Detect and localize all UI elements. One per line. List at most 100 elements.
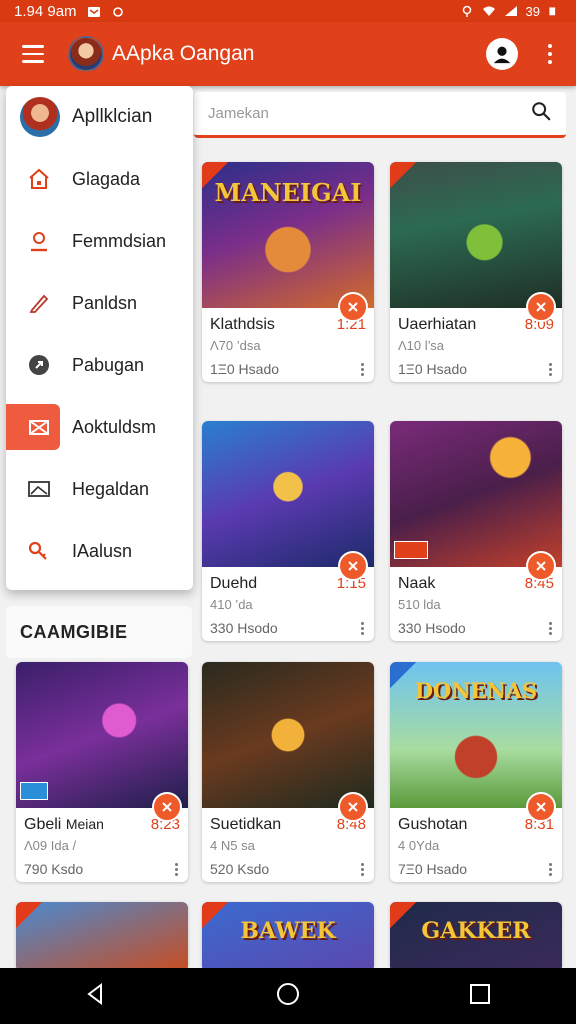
card-more-icon[interactable]	[549, 362, 554, 376]
game-thumbnail[interactable]: BAWEK	[202, 902, 374, 972]
thumbnail-tag	[394, 541, 428, 559]
search-icon[interactable]	[530, 100, 552, 127]
more-options-icon[interactable]	[538, 44, 562, 64]
play-badge-icon[interactable]	[152, 792, 182, 822]
key-icon	[26, 538, 52, 564]
recents-icon[interactable]	[467, 981, 493, 1012]
game-thumbnail[interactable]: DONENAS	[390, 662, 562, 822]
card-more-icon[interactable]	[361, 362, 366, 376]
person-icon	[26, 228, 52, 254]
game-thumbnail[interactable]	[202, 662, 374, 822]
game-card[interactable]: GAKKER	[390, 902, 562, 972]
drawer-item-chat[interactable]: Pabugan	[6, 334, 193, 396]
play-badge-icon[interactable]	[338, 292, 368, 322]
game-name: Suetidkan	[210, 816, 282, 833]
game-name-secondary: Meian	[65, 816, 104, 832]
section-title: CAAMGIBIE	[20, 621, 128, 642]
signal-icon	[504, 5, 518, 17]
game-art-title: BAWEK	[240, 918, 336, 944]
game-card[interactable]: Uaerhiatan 8:09 Λ10 l’sa 1Ξ0 Hsado	[390, 162, 562, 382]
game-art-title: MANEIGAI	[214, 178, 362, 207]
search-bar[interactable]: Jamekan	[194, 92, 566, 138]
card-more-icon[interactable]	[361, 862, 366, 876]
game-card[interactable]: DONENAS Gushotan 8:31 4 0Yda 7Ξ0 Hsado	[390, 662, 562, 882]
drawer-item-label: Aoktuldsm	[72, 416, 157, 437]
drawer-item-label: Glagada	[72, 168, 141, 189]
game-card[interactable]: Duehd 1:15 410 ’da 330 Hsodo	[202, 421, 374, 641]
game-thumbnail[interactable]	[390, 421, 562, 581]
game-subtitle: 4 N5 sa	[210, 838, 255, 853]
game-card[interactable]: BAWEK	[202, 902, 374, 972]
game-thumbnail[interactable]	[16, 662, 188, 822]
game-thumbnail[interactable]: GAKKER	[390, 902, 562, 972]
account-icon	[493, 46, 511, 64]
game-name: Gushotan	[398, 816, 468, 833]
drawer-item-label: Pabugan	[72, 354, 145, 375]
section-header: CAAMGIBIE	[6, 606, 192, 658]
game-name: Uaerhiatan	[398, 316, 477, 333]
ribbon-tag	[390, 162, 416, 188]
drawer-item-gallery[interactable]: Hegaldan	[6, 458, 193, 520]
game-subtitle: 510 lda	[398, 597, 441, 612]
search-input[interactable]: Jamekan	[208, 105, 530, 122]
drawer-avatar	[20, 97, 60, 137]
drawer-item-home[interactable]: Glagada	[6, 148, 193, 210]
game-count: 1Ξ0 Hsado	[210, 361, 280, 377]
game-card[interactable]: MANEIGAI Klathdsis 1:21 Λ70 ’dsa 1Ξ0 Hsad…	[202, 162, 374, 382]
game-name: Naak	[398, 575, 436, 592]
system-nav-bar	[0, 968, 576, 1024]
game-card[interactable]	[16, 902, 188, 972]
game-subtitle: 410 ’da	[210, 597, 253, 612]
game-thumbnail[interactable]	[202, 421, 374, 581]
home-circle-icon[interactable]	[275, 981, 301, 1012]
sync-icon	[111, 5, 125, 17]
status-bar: 1.94 9am 39	[0, 0, 576, 22]
ribbon-tag	[16, 902, 42, 928]
game-name: Gbeli Meian	[24, 816, 104, 833]
game-thumbnail[interactable]: MANEIGAI	[202, 162, 374, 322]
account-button[interactable]	[486, 38, 518, 70]
drawer-header: Apllklcian	[6, 86, 193, 148]
drawer-item-profile[interactable]: Femmdsian	[6, 210, 193, 272]
game-card[interactable]: Gbeli Meian 8:23 Λ09 Ida / 790 Ksdo	[16, 662, 188, 882]
drawer-item-messages[interactable]: Aoktuldsm	[6, 396, 193, 458]
game-count: 1Ξ0 Hsado	[398, 361, 468, 377]
game-art-title: DONENAS	[414, 678, 538, 703]
pen-icon	[26, 290, 52, 316]
drawer-item-label: Hegaldan	[72, 478, 150, 499]
image-icon	[26, 476, 52, 502]
play-badge-icon[interactable]	[338, 792, 368, 822]
card-more-icon[interactable]	[549, 621, 554, 635]
drawer-item-label: Femmdsian	[72, 230, 167, 251]
game-count: 790 Ksdo	[24, 861, 84, 877]
play-badge-icon[interactable]	[526, 551, 556, 581]
drawer-item-edit[interactable]: Panldsn	[6, 272, 193, 334]
app-avatar	[68, 36, 104, 72]
menu-icon[interactable]	[14, 34, 54, 74]
play-badge-icon[interactable]	[526, 792, 556, 822]
status-time: 1.94 9am	[14, 2, 77, 20]
drawer-item-key[interactable]: IAalusn	[6, 520, 193, 582]
play-badge-icon[interactable]	[526, 292, 556, 322]
card-more-icon[interactable]	[361, 621, 366, 635]
game-card[interactable]: Naak 8:45 510 lda 330 Hsodo	[390, 421, 562, 641]
game-card[interactable]: Suetidkan 8:48 4 N5 sa 520 Ksdo	[202, 662, 374, 882]
game-thumbnail[interactable]	[16, 902, 188, 972]
game-art-title: GAKKER	[421, 918, 531, 944]
game-count: 7Ξ0 Hsado	[398, 861, 468, 877]
game-subtitle: 4 0Yda	[398, 838, 440, 853]
app-title: AApka Oangan	[112, 42, 255, 65]
game-thumbnail[interactable]	[390, 162, 562, 322]
battery-icon	[548, 5, 562, 17]
play-badge-icon[interactable]	[338, 551, 368, 581]
thumbnail-tag	[20, 782, 48, 800]
battery-level: 39	[525, 3, 540, 19]
app-bar: AApka Oangan	[0, 22, 576, 86]
game-subtitle: Λ70 ’dsa	[210, 338, 261, 353]
card-more-icon[interactable]	[549, 862, 554, 876]
mail-icon	[26, 414, 52, 440]
back-icon[interactable]	[83, 981, 109, 1012]
drawer-title: Apllklcian	[72, 106, 153, 127]
card-more-icon[interactable]	[175, 862, 180, 876]
game-count: 330 Hsodo	[210, 620, 278, 636]
